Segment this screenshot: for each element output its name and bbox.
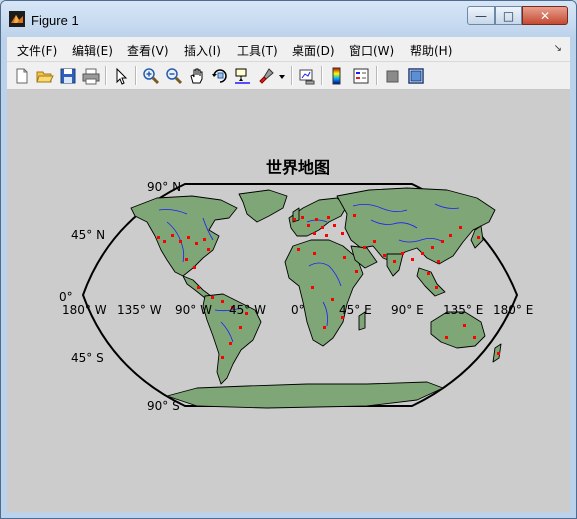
longitude-labels: 180° W 135° W 90° W 45° W 0° 45° E 90° E… [62,303,533,317]
minimize-icon: — [475,8,487,23]
print-icon[interactable] [81,66,101,86]
lon-label: 45° E [339,303,372,317]
menu-desktop[interactable]: 桌面(D) [292,42,335,59]
maximize-button[interactable]: □ [495,6,522,25]
save-icon[interactable] [58,66,78,86]
pan-icon[interactable] [187,66,207,86]
data-cursor-icon[interactable] [233,66,253,86]
lon-label: 0° [291,303,305,317]
toolbar [7,62,570,90]
rotate-3d-icon[interactable] [210,66,230,86]
brush-icon[interactable] [257,66,277,86]
close-button[interactable]: ✕ [522,6,568,25]
brush-dropdown-icon[interactable] [277,66,287,86]
lon-label: 135° E [443,303,483,317]
menu-insert[interactable]: 插入(I) [184,42,221,59]
menu-file[interactable]: 文件(F) [17,42,57,59]
figure-window: Figure 1 — □ ✕ 文件(F) 编辑(E) 查看(V) 插入(I) 工… [0,0,577,519]
zoom-out-icon[interactable] [164,66,184,86]
colorbar-icon[interactable] [327,66,347,86]
world-map-axes[interactable]: 世界地图 90° N 45° N 0° 45° S 90° S 180° W 1… [7,90,570,512]
lon-label: 180° E [493,303,533,317]
menu-tools[interactable]: 工具(T) [237,42,278,59]
menu-bar: 文件(F) 编辑(E) 查看(V) 插入(I) 工具(T) 桌面(D) 窗口(W… [7,37,570,62]
lon-label: 45° W [229,303,266,317]
window-title: Figure 1 [31,13,79,28]
lat-label: 90° S [147,399,180,413]
map-title: 世界地图 [266,158,330,177]
toolbar-separator [135,66,137,85]
lon-label: 90° W [175,303,212,317]
lat-label: 0° [59,290,73,304]
hide-plot-tools-icon[interactable] [383,66,403,86]
lon-label: 135° W [117,303,162,317]
menu-window[interactable]: 窗口(W) [349,42,394,59]
link-plot-icon[interactable] [297,66,317,86]
edit-plot-icon[interactable] [111,66,131,86]
toolbar-separator [291,66,293,85]
minimize-button[interactable]: — [467,6,495,25]
close-icon: ✕ [539,8,551,23]
figure-canvas[interactable]: 世界地图 90° N 45° N 0° 45° S 90° S 180° W 1… [7,90,570,512]
menu-view[interactable]: 查看(V) [127,42,169,59]
legend-icon[interactable] [351,66,371,86]
menu-help[interactable]: 帮助(H) [410,42,452,59]
title-bar[interactable]: Figure 1 — □ ✕ [1,1,576,37]
toolbar-separator [105,66,107,85]
lat-label: 45° N [71,228,105,242]
toolbar-separator [376,66,378,85]
zoom-in-icon[interactable] [141,66,161,86]
lon-label: 90° E [391,303,424,317]
maximize-icon: □ [502,8,515,23]
matlab-logo-icon [9,11,25,27]
toolbar-separator [321,66,323,85]
lat-label: 90° N [147,180,181,194]
lat-label: 45° S [71,351,104,365]
arrow-icon[interactable]: ↘ [554,43,562,54]
show-plot-tools-icon[interactable] [406,66,426,86]
open-file-icon[interactable] [35,66,55,86]
menu-edit[interactable]: 编辑(E) [72,42,113,59]
new-figure-icon[interactable] [12,66,32,86]
lon-label: 180° W [62,303,107,317]
